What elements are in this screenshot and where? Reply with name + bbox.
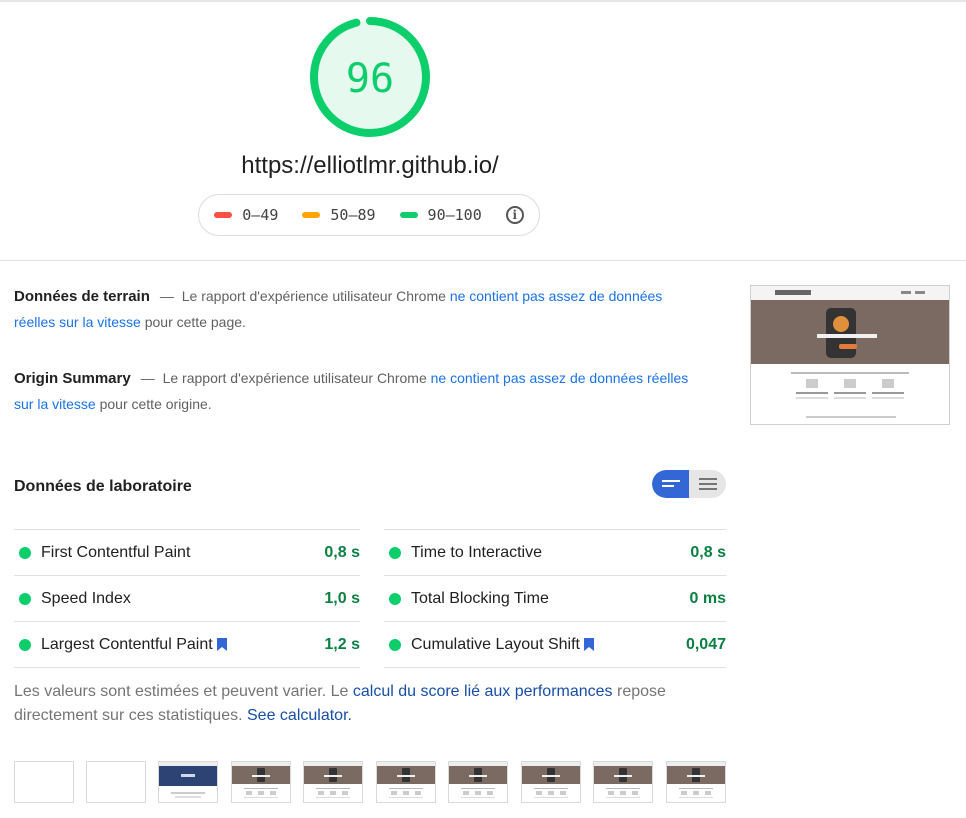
see-calculator-link[interactable]: See calculator. bbox=[247, 707, 352, 724]
origin-summary-section: Origin Summary — Le rapport d'expérience … bbox=[14, 366, 694, 417]
average-dash-icon bbox=[302, 212, 321, 218]
score-calculation-link[interactable]: calcul du score lié aux performances bbox=[353, 683, 613, 700]
metric-name-wrap: Cumulative Layout Shift bbox=[411, 636, 686, 654]
metric-value: 1,2 s bbox=[324, 635, 360, 653]
metric-row: Largest Contentful Paint 1,2 s bbox=[14, 621, 360, 668]
fail-dash-icon bbox=[214, 212, 233, 218]
score-gauge: 96 bbox=[309, 16, 431, 138]
metric-value: 0 ms bbox=[689, 589, 726, 607]
metric-row: Speed Index 1,0 s bbox=[14, 575, 360, 621]
metric-name-wrap: Largest Contentful Paint bbox=[41, 636, 324, 654]
origin-summary-text-after: pour cette origine. bbox=[99, 395, 212, 412]
legend-pass-label: 90–100 bbox=[427, 206, 482, 224]
score-legend: 0–49 50–89 90–100 i bbox=[198, 194, 540, 236]
bookmark-icon bbox=[583, 638, 594, 651]
list-lines-icon bbox=[698, 478, 717, 490]
metric-row: Time to Interactive 0,8 s bbox=[384, 529, 726, 575]
expanded-view-button[interactable] bbox=[689, 470, 726, 498]
view-toggle bbox=[652, 470, 726, 498]
field-data-text-after: pour cette page. bbox=[144, 313, 246, 330]
metric-row: First Contentful Paint 0,8 s bbox=[14, 529, 360, 575]
page-url: https://elliotlmr.github.io/ bbox=[241, 152, 499, 179]
pass-dash-icon bbox=[399, 212, 418, 218]
note-text: Les valeurs sont estimées et peuvent var… bbox=[14, 683, 349, 700]
top-border bbox=[0, 0, 966, 2]
metric-name: Cumulative Layout Shift bbox=[411, 635, 580, 653]
filmstrip-frame bbox=[86, 761, 146, 803]
metrics-left: First Contentful Paint 0,8 s Speed Index… bbox=[14, 529, 360, 668]
filmstrip-frame bbox=[593, 761, 653, 803]
field-data-title: Données de terrain bbox=[14, 288, 150, 305]
score-value: 96 bbox=[346, 56, 394, 102]
metric-name: Speed Index bbox=[41, 589, 131, 607]
metric-name: Largest Contentful Paint bbox=[41, 635, 213, 653]
metric-row: Total Blocking Time 0 ms bbox=[384, 575, 726, 621]
compact-view-button[interactable] bbox=[652, 470, 689, 498]
origin-summary-sep: — bbox=[140, 370, 155, 386]
legend-fail: 0–49 bbox=[214, 206, 278, 224]
info-icon[interactable]: i bbox=[505, 206, 524, 224]
metric-value: 1,0 s bbox=[324, 589, 360, 607]
pass-dot-icon bbox=[389, 592, 401, 605]
field-data-section: Données de terrain — Le rapport d'expérie… bbox=[14, 284, 694, 335]
metric-name: Total Blocking Time bbox=[411, 589, 549, 607]
metric-name: Time to Interactive bbox=[411, 543, 543, 561]
filmstrip-frame bbox=[303, 761, 363, 803]
filmstrip-frame bbox=[158, 761, 218, 803]
field-data-sep: — bbox=[159, 288, 174, 304]
filmstrip-frame bbox=[521, 761, 581, 803]
metric-value: 0,8 s bbox=[324, 543, 360, 561]
bookmark-icon bbox=[216, 638, 227, 651]
metric-name: First Contentful Paint bbox=[41, 543, 191, 561]
metric-value: 0,8 s bbox=[690, 543, 726, 561]
metric-value: 0,047 bbox=[685, 635, 726, 653]
legend-average-label: 50–89 bbox=[330, 206, 376, 224]
final-screenshot bbox=[750, 285, 950, 425]
metrics-right: Time to Interactive 0,8 s Total Blocking… bbox=[384, 529, 726, 668]
legend-average: 50–89 bbox=[302, 206, 376, 224]
filmstrip-frame bbox=[448, 761, 508, 803]
pass-dot-icon bbox=[389, 638, 401, 651]
pass-dot-icon bbox=[389, 546, 401, 559]
lab-data-title: Données de laboratoire bbox=[14, 478, 192, 495]
pass-dot-icon bbox=[19, 638, 31, 651]
filmstrip-frame bbox=[231, 761, 291, 803]
filmstrip-frame bbox=[14, 761, 74, 803]
pass-dot-icon bbox=[19, 592, 31, 605]
filmstrip-frame bbox=[376, 761, 436, 803]
legend-fail-label: 0–49 bbox=[242, 206, 279, 224]
field-data-text: Le rapport d'expérience utilisateur Chro… bbox=[181, 288, 446, 304]
origin-summary-text: Le rapport d'expérience utilisateur Chro… bbox=[162, 370, 427, 386]
origin-summary-title: Origin Summary bbox=[14, 370, 131, 387]
metric-row: Cumulative Layout Shift 0,047 bbox=[384, 621, 726, 668]
pass-dot-icon bbox=[19, 546, 31, 559]
legend-pass: 90–100 bbox=[399, 206, 482, 224]
estimates-note: Les valeurs sont estimées et peuvent var… bbox=[14, 680, 714, 728]
section-divider bbox=[0, 260, 966, 261]
filmstrip-frame bbox=[666, 761, 726, 803]
short-lines-icon bbox=[661, 480, 680, 487]
